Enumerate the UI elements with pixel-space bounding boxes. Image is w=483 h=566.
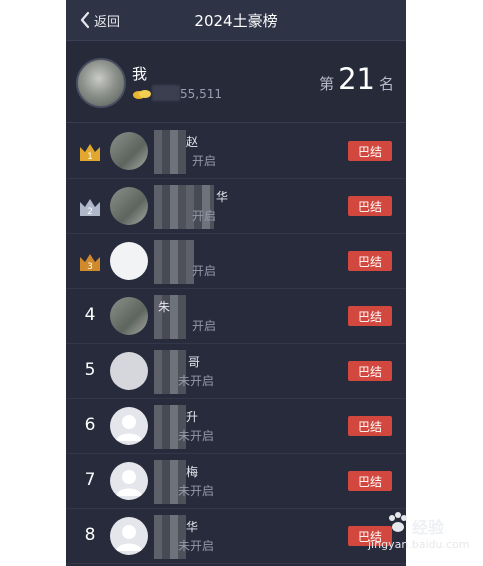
list-item[interactable]: 7 梅 未开启 巴结: [66, 454, 406, 509]
list-item[interactable]: 1 赵 开启 巴结: [66, 124, 406, 179]
avatar[interactable]: [110, 297, 148, 335]
default-user-icon: [116, 525, 142, 551]
user-status: 未开启: [178, 484, 215, 498]
user-status: 开启: [192, 154, 217, 168]
bronze-crown-icon: 3: [80, 254, 100, 272]
user-name: 华: [186, 520, 199, 534]
curry-favor-button[interactable]: 巴结: [348, 416, 392, 436]
rank-number-label: 1: [87, 152, 93, 162]
user-name: 赵: [186, 135, 199, 149]
my-rank-card[interactable]: 我 55,511 第 21 名: [66, 42, 406, 123]
user-name: 梅: [186, 465, 199, 479]
rank-number-label: 3: [87, 262, 93, 272]
page-title: 2024土豪榜: [194, 12, 278, 30]
my-score: 55,511: [180, 87, 222, 101]
rank-number: 21: [338, 62, 375, 96]
redacted-name: [154, 240, 194, 284]
redacted-score-prefix: [152, 85, 180, 101]
rank-prefix: 第: [319, 75, 335, 93]
curry-favor-button[interactable]: 巴结: [348, 141, 392, 161]
default-user-icon: [116, 470, 142, 496]
ranking-list: 1 赵 开启 巴结 2 华 开启 巴结 3 开启 巴结 4 朱 开启 巴结 5 …: [66, 124, 406, 564]
avatar[interactable]: [110, 517, 148, 555]
user-name: 华: [216, 190, 229, 204]
default-user-icon: [116, 415, 142, 441]
list-item[interactable]: 2 华 开启 巴结: [66, 179, 406, 234]
curry-favor-button[interactable]: 巴结: [348, 361, 392, 381]
rank-number: 4: [84, 305, 96, 325]
avatar[interactable]: [110, 187, 148, 225]
rank-number: 8: [84, 525, 96, 545]
paw-icon: [389, 512, 407, 532]
redacted-name: [154, 130, 186, 174]
top-bar: 返回 2024土豪榜: [66, 0, 406, 41]
coins-icon: [133, 90, 151, 99]
user-status: 开启: [192, 319, 217, 333]
my-avatar[interactable]: [76, 58, 126, 108]
curry-favor-button[interactable]: 巴结: [348, 196, 392, 216]
user-status: 未开启: [178, 374, 215, 388]
rank-suffix: 名: [378, 75, 394, 93]
user-status: 未开启: [178, 539, 215, 553]
rank-number: 7: [84, 470, 96, 490]
list-item[interactable]: 6 升 未开启 巴结: [66, 399, 406, 454]
avatar[interactable]: [110, 407, 148, 445]
user-status: 开启: [192, 264, 217, 278]
list-item[interactable]: 8 华 未开启 巴结: [66, 509, 406, 564]
silver-crown-icon: 2: [80, 199, 100, 217]
list-item[interactable]: 3 开启 巴结: [66, 234, 406, 289]
gold-crown-icon: 1: [80, 144, 100, 162]
rank-number-label: 2: [87, 207, 93, 217]
watermark-brand: 经验: [412, 518, 445, 537]
avatar[interactable]: [110, 462, 148, 500]
watermark-url: jingyan.baidu.com: [368, 538, 470, 551]
avatar[interactable]: [110, 132, 148, 170]
user-name: 哥: [188, 355, 201, 369]
user-name: 升: [186, 410, 199, 424]
list-item[interactable]: 4 朱 开启 巴结: [66, 289, 406, 344]
user-name: 朱: [158, 300, 171, 314]
phone-screen: 返回 2024土豪榜 我 55,511 第 21 名 1 赵 开启 巴结 2 华…: [66, 0, 406, 566]
avatar[interactable]: [110, 242, 148, 280]
curry-favor-button[interactable]: 巴结: [348, 306, 392, 326]
avatar[interactable]: [110, 352, 148, 390]
list-item[interactable]: 5 哥 未开启 巴结: [66, 344, 406, 399]
rank-number: 6: [84, 415, 96, 435]
curry-favor-button[interactable]: 巴结: [348, 251, 392, 271]
my-name: 我: [132, 65, 148, 83]
rank-number: 5: [84, 360, 96, 380]
user-status: 开启: [192, 209, 217, 223]
my-rank: 第 21 名: [319, 62, 394, 96]
baidu-jingyan-watermark: 经验 jingyan.baidu.com: [366, 508, 481, 558]
curry-favor-button[interactable]: 巴结: [348, 471, 392, 491]
user-status: 未开启: [178, 429, 215, 443]
